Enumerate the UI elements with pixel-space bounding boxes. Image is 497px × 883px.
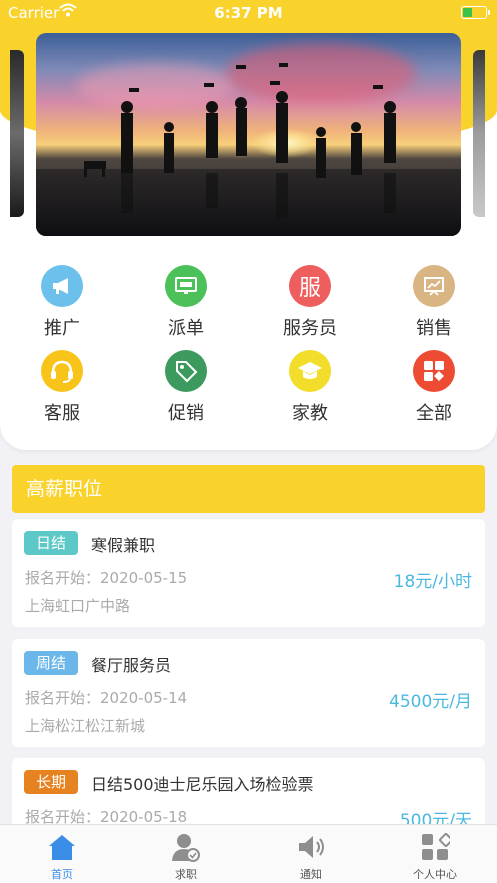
graduates-silhouette xyxy=(84,63,396,218)
job-badge: 长期 xyxy=(24,770,79,794)
tag-icon xyxy=(165,350,207,392)
battery-icon xyxy=(461,6,490,19)
home-icon xyxy=(12,831,112,863)
job-signup-date: 报名开始：2020-05-14 xyxy=(25,689,188,707)
category-label: 家教 xyxy=(292,403,328,424)
category-6[interactable]: 促销 xyxy=(141,350,231,425)
category-label: 客服 xyxy=(44,403,80,424)
tab-job-seek[interactable]: 求职 xyxy=(136,831,236,882)
tab-notifications[interactable]: 通知 xyxy=(261,831,361,882)
tab-profile-label: 个人中心 xyxy=(413,868,457,881)
carousel-next-slide[interactable] xyxy=(473,50,485,217)
job-pay: 4500元/月 xyxy=(389,692,472,712)
job-title: 餐厅服务员 xyxy=(91,656,172,675)
monitor-icon xyxy=(165,265,207,307)
category-label: 销售 xyxy=(416,318,452,339)
job-pay: 18元/小时 xyxy=(393,572,472,592)
category-7[interactable]: 家教 xyxy=(265,350,355,425)
job-badge: 周结 xyxy=(24,651,79,675)
tab-profile[interactable]: 个人中心 xyxy=(385,831,485,882)
category-label: 全部 xyxy=(416,403,452,424)
job-title: 寒假兼职 xyxy=(91,536,156,555)
grid-icon xyxy=(413,350,455,392)
category-8[interactable]: 全部 xyxy=(389,350,479,425)
category-5[interactable]: 客服 xyxy=(17,350,107,425)
job-signup-date: 报名开始：2020-05-15 xyxy=(25,569,188,587)
carousel-prev-slide[interactable] xyxy=(10,50,24,217)
category-4[interactable]: 销售 xyxy=(389,265,479,340)
category-3[interactable]: 服服务员 xyxy=(265,265,355,340)
category-label: 推广 xyxy=(44,318,80,339)
job-title: 日结500迪士尼乐园入场检验票 xyxy=(91,775,314,794)
banner-carousel[interactable] xyxy=(36,33,461,236)
tab-home-label: 首页 xyxy=(51,868,73,881)
tab-notifications-label: 通知 xyxy=(300,868,322,881)
tab-bar: 首页 求职 通知 个人中心 xyxy=(0,824,497,883)
job-location: 上海虹口广中路 xyxy=(25,597,131,615)
user-check-icon xyxy=(136,831,236,863)
category-label: 促销 xyxy=(168,403,204,424)
job-card[interactable]: 日结 寒假兼职报名开始：2020-05-15 上海虹口广中路 18元/小时 xyxy=(12,519,485,627)
profile-grid-icon xyxy=(385,831,485,863)
clock: 6:37 PM xyxy=(214,4,283,22)
job-location: 上海松江松江新城 xyxy=(25,717,146,735)
category-label: 服务员 xyxy=(283,318,337,339)
job-badge: 日结 xyxy=(24,531,79,555)
graduation-cap-icon xyxy=(289,350,331,392)
job-card[interactable]: 周结 餐厅服务员报名开始：2020-05-14 上海松江松江新城 4500元/月 xyxy=(12,639,485,747)
headset-icon xyxy=(41,350,83,392)
category-1[interactable]: 推广 xyxy=(17,265,107,340)
speaker-icon xyxy=(261,831,361,863)
service-char-icon: 服 xyxy=(289,265,331,307)
category-2[interactable]: 派单 xyxy=(141,265,231,340)
tab-home[interactable]: 首页 xyxy=(12,831,112,882)
section-header-high-salary: 高薪职位 xyxy=(12,465,485,513)
tab-job-seek-label: 求职 xyxy=(175,868,197,881)
status-bar: Carrier 6:37 PM xyxy=(0,0,497,26)
category-glyph: 服 xyxy=(298,276,321,301)
megaphone-icon xyxy=(41,265,83,307)
category-label: 派单 xyxy=(168,318,204,339)
sales-chart-icon xyxy=(413,265,455,307)
